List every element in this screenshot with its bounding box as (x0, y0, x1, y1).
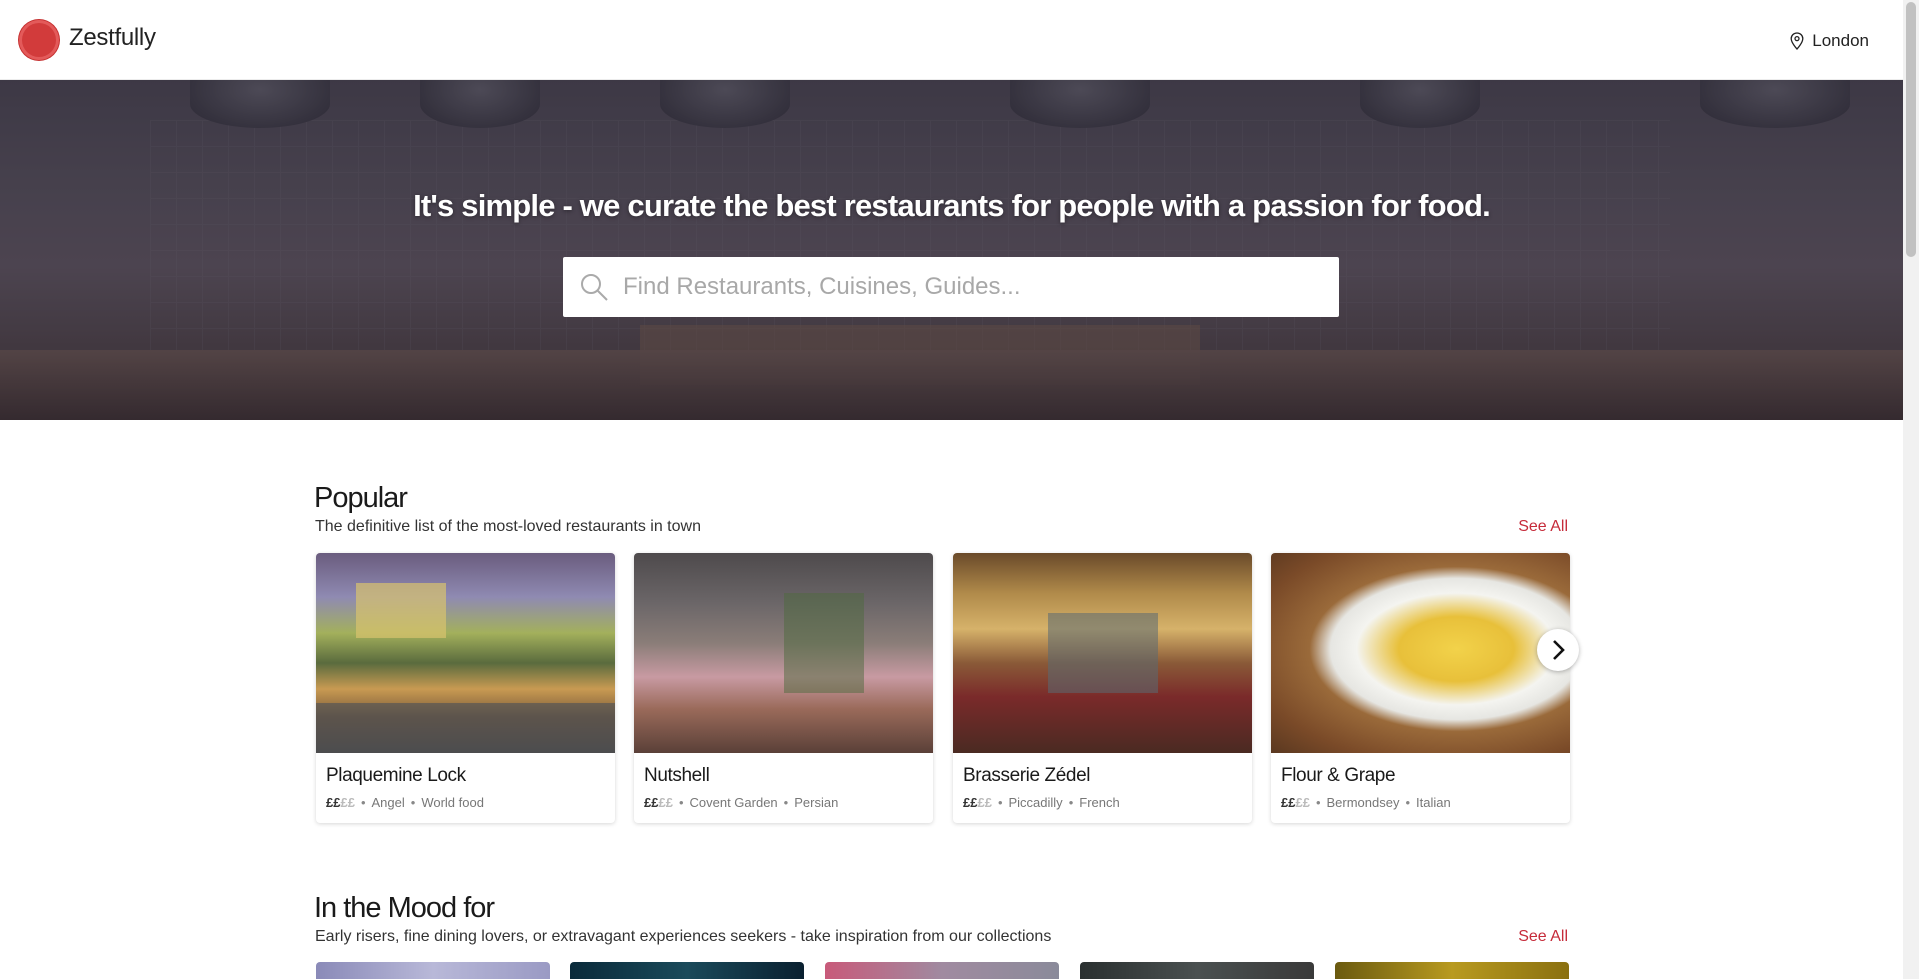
location-selector[interactable]: London (1790, 31, 1869, 51)
price-level-muted: ££ (1295, 795, 1310, 810)
price-level-muted: ££ (340, 795, 355, 810)
price-level: ££ (963, 795, 978, 810)
restaurant-photo (953, 553, 1252, 753)
search-icon (581, 274, 608, 301)
site-header: Zestfully London (0, 0, 1903, 80)
popular-subtitle: The definitive list of the most-loved re… (315, 518, 701, 535)
hero-headline: It's simple - we curate the best restaur… (413, 188, 1491, 223)
restaurant-cuisine: Italian (1416, 795, 1451, 810)
restaurant-cuisine: Persian (794, 795, 839, 810)
restaurant-photo (634, 553, 933, 753)
price-level-muted: ££ (658, 795, 673, 810)
restaurant-meta: ££ ££ • Covent Garden • Persian (644, 795, 838, 810)
restaurant-area: Bermondsey (1326, 795, 1400, 810)
restaurant-card[interactable]: Plaquemine Lock ££ ££ • Angel • World fo… (316, 553, 615, 823)
scrollbar-thumb[interactable] (1906, 2, 1916, 257)
restaurant-card[interactable]: Flour & Grape ££ ££ • Bermondsey • Itali… (1271, 553, 1570, 823)
popular-title: Popular (314, 482, 408, 514)
separator-dot: • (360, 795, 366, 810)
mood-title: In the Mood for (314, 892, 495, 924)
collection-card[interactable] (316, 962, 550, 979)
location-label: London (1812, 31, 1869, 50)
logo-icon[interactable] (19, 20, 59, 60)
carousel-next-button[interactable] (1537, 629, 1579, 671)
mood-subtitle: Early risers, fine dining lovers, or ext… (315, 928, 1052, 945)
restaurant-name: Plaquemine Lock (326, 765, 466, 786)
restaurant-name: Brasserie Zédel (963, 765, 1091, 786)
brand-name[interactable]: Zestfully (69, 24, 156, 52)
popular-see-all-link[interactable]: See All (1518, 518, 1568, 536)
separator-dot: • (1405, 795, 1411, 810)
search-bar[interactable] (563, 257, 1339, 317)
collection-card[interactable] (1335, 962, 1569, 979)
hero-overlay (0, 80, 1903, 420)
collection-card[interactable] (570, 962, 804, 979)
collection-card[interactable] (825, 962, 1059, 979)
separator-dot: • (410, 795, 416, 810)
separator-dot: • (997, 795, 1003, 810)
collection-card[interactable] (1080, 962, 1314, 979)
restaurant-cuisine: World food (421, 795, 484, 810)
restaurant-cuisine: French (1079, 795, 1120, 810)
restaurant-area: Angel (371, 795, 405, 810)
restaurant-name: Nutshell (644, 765, 710, 786)
restaurant-photo (1271, 553, 1570, 753)
price-level: ££ (1281, 795, 1296, 810)
restaurant-card[interactable]: Nutshell ££ ££ • Covent Garden • Persian (634, 553, 933, 823)
restaurant-photo (316, 553, 615, 753)
search-input[interactable] (623, 259, 1323, 315)
page-scrollbar[interactable] (1903, 0, 1919, 979)
hero-banner: It's simple - we curate the best restaur… (0, 80, 1903, 420)
restaurant-area: Covent Garden (689, 795, 778, 810)
restaurant-name: Flour & Grape (1281, 765, 1396, 786)
separator-dot: • (1068, 795, 1074, 810)
restaurant-card[interactable]: Brasserie Zédel ££ ££ • Piccadilly • Fre… (953, 553, 1252, 823)
restaurant-meta: ££ ££ • Piccadilly • French (963, 795, 1120, 810)
separator-dot: • (678, 795, 684, 810)
chevron-right-icon (1553, 640, 1565, 660)
price-level-muted: ££ (977, 795, 992, 810)
separator-dot: • (783, 795, 789, 810)
separator-dot: • (1315, 795, 1321, 810)
mood-see-all-link[interactable]: See All (1518, 928, 1568, 946)
restaurant-meta: ££ ££ • Bermondsey • Italian (1281, 795, 1451, 810)
price-level: ££ (644, 795, 659, 810)
price-level: ££ (326, 795, 341, 810)
restaurant-meta: ££ ££ • Angel • World food (326, 795, 484, 810)
restaurant-area: Piccadilly (1008, 795, 1063, 810)
map-pin-icon (1790, 32, 1804, 50)
